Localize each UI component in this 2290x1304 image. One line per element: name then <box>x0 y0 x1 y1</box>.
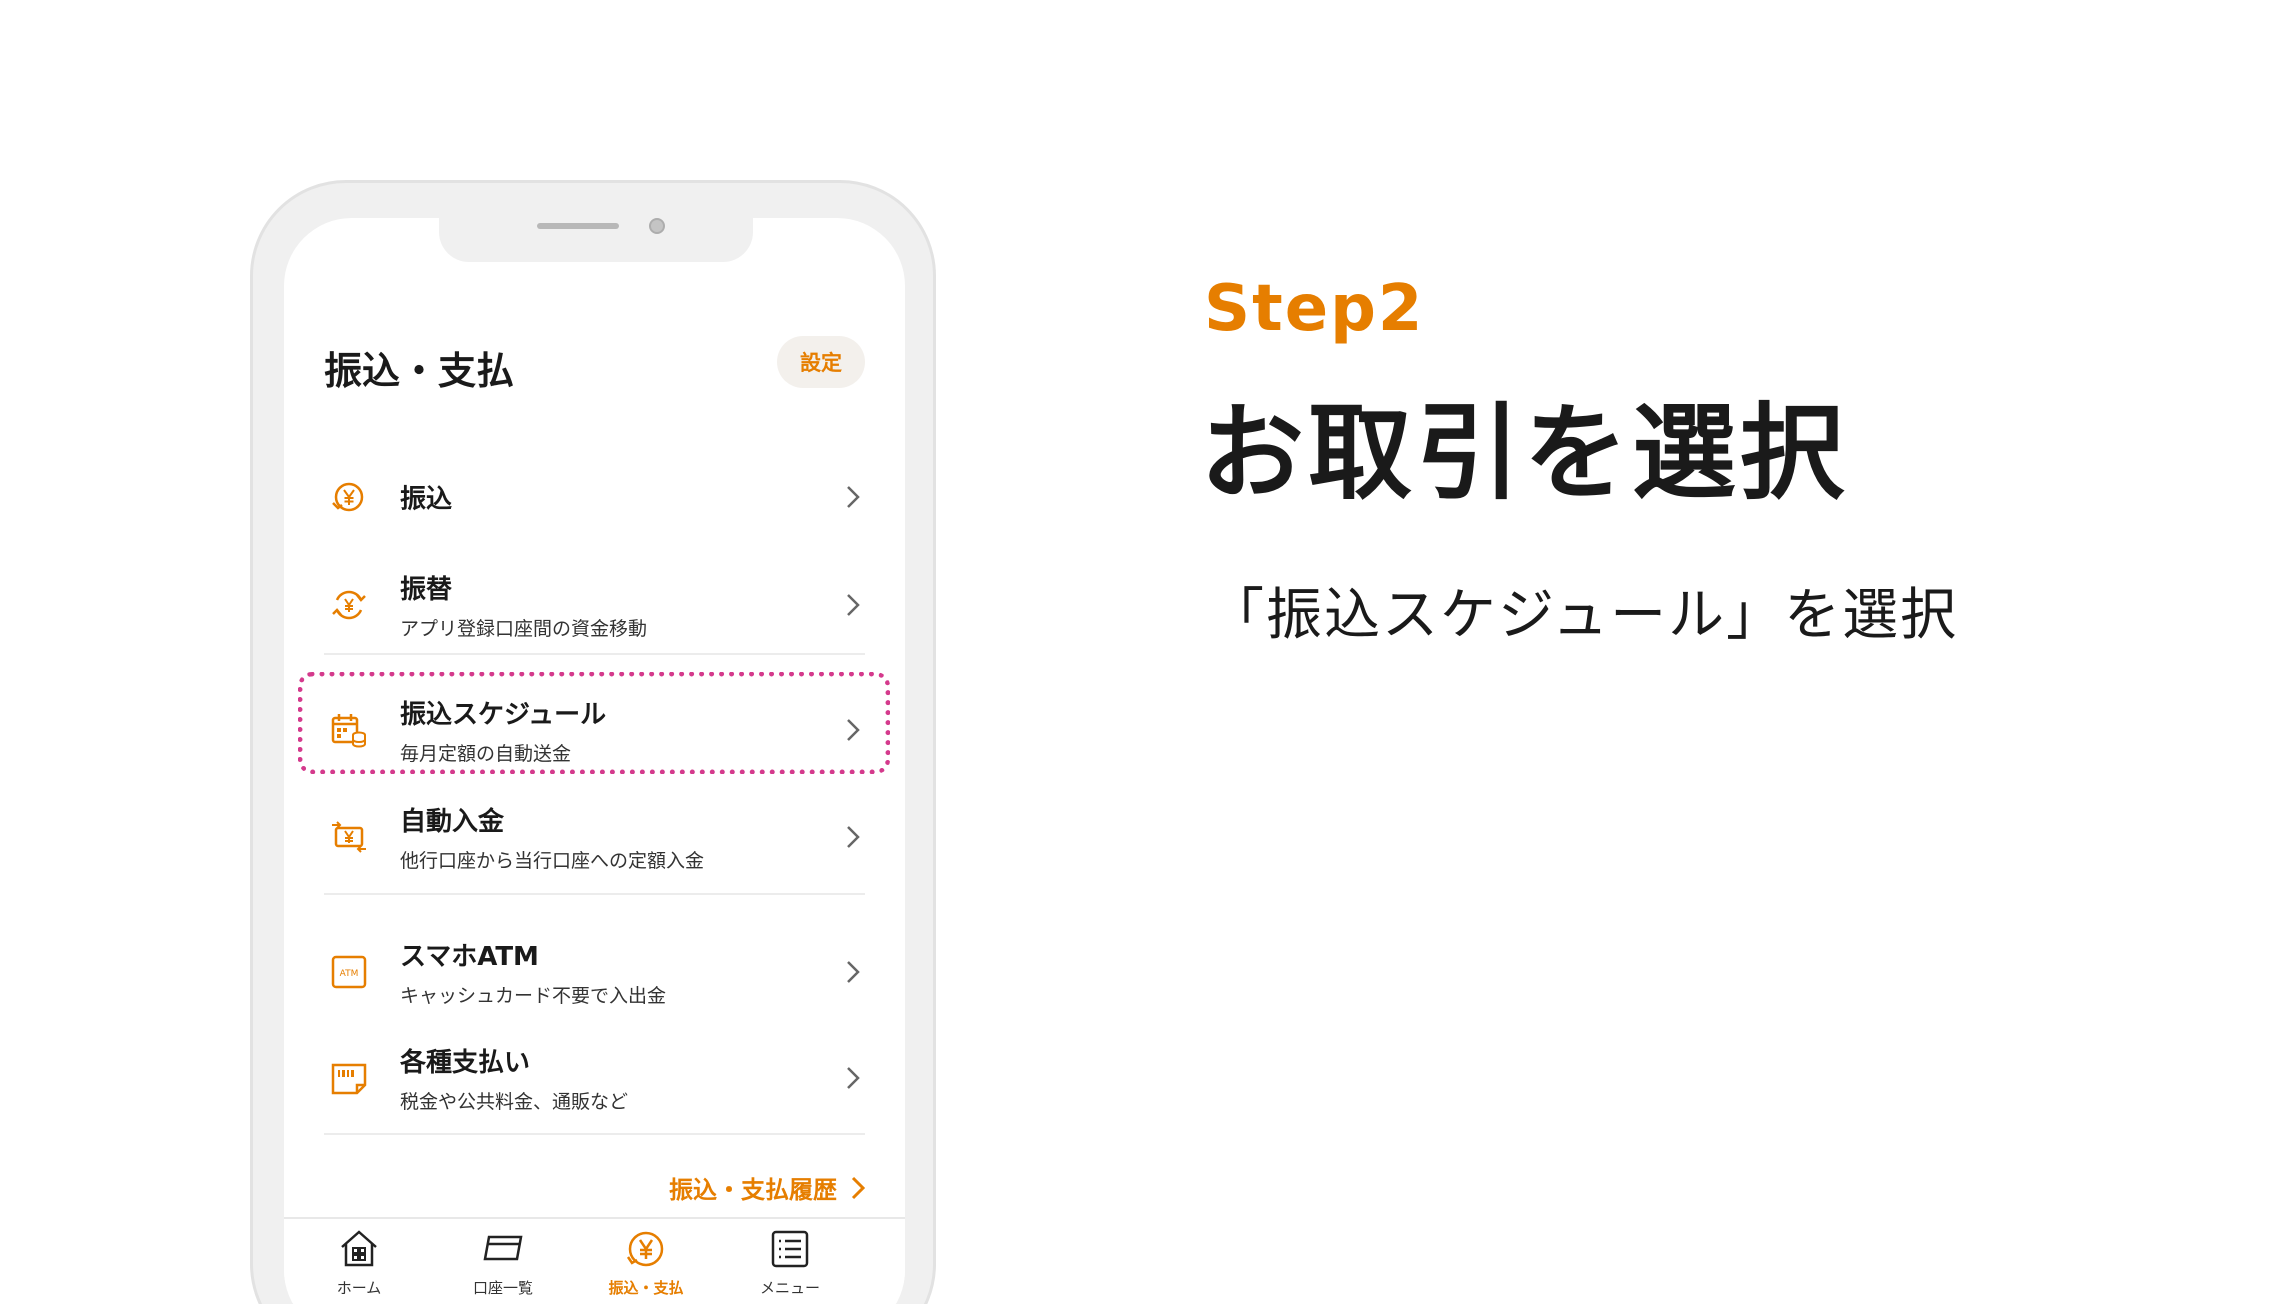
instruction-heading: お取引を選択 <box>1200 392 1849 514</box>
menu-text: 自動入金 他行口座から当行口座への定額入金 <box>400 801 704 873</box>
menu-text: スマホATM キャッシュカード不要で入出金 <box>400 936 666 1008</box>
menu-text: 各種支払い 税金や公共料金、通販など <box>400 1042 628 1114</box>
menu-label: 振替 <box>400 575 453 605</box>
menu-subtitle: アプリ登録口座間の資金移動 <box>400 618 648 640</box>
menu-label: スマホATM <box>400 942 539 972</box>
tab-accounts[interactable]: 口座一覧 <box>448 1227 558 1298</box>
list-icon <box>771 1230 809 1268</box>
yen-circle-icon <box>626 1231 664 1267</box>
chevron-right-icon <box>847 826 860 848</box>
tab-menu[interactable]: メニュー <box>735 1227 845 1298</box>
svg-text:ATM: ATM <box>340 969 359 979</box>
tab-label: ホーム <box>336 1279 382 1297</box>
menu-label: 振込 <box>400 484 453 515</box>
menu-subtitle: 税金や公共料金、通販など <box>400 1091 629 1113</box>
chevron-right-icon <box>847 961 860 983</box>
app-header: 振込・支払 設定 <box>324 336 865 396</box>
page-title: 振込・支払 <box>324 349 515 393</box>
divider <box>324 1133 865 1135</box>
menu-label: 自動入金 <box>400 807 505 837</box>
highlight-frame <box>298 672 890 774</box>
home-icon <box>341 1230 377 1267</box>
camera <box>649 218 665 234</box>
menu-subtitle: 他行口座から当行口座への定額入金 <box>400 850 705 872</box>
menu-subtitle: キャッシュカード不要で入出金 <box>400 985 667 1007</box>
tab-label: メニュー <box>759 1279 820 1297</box>
menu-text: 振替 アプリ登録口座間の資金移動 <box>400 569 647 641</box>
transfer-history-link[interactable]: 振込・支払履歴 <box>669 1170 865 1205</box>
auto-deposit-icon <box>332 821 366 853</box>
payment-slip-icon <box>331 1063 367 1095</box>
chevron-right-icon <box>851 1176 865 1199</box>
history-link-label: 振込・支払履歴 <box>669 1176 837 1204</box>
tab-home[interactable]: ホーム <box>304 1227 414 1298</box>
yen-transfer-icon <box>332 482 364 512</box>
menu-label: 各種支払い <box>400 1048 531 1078</box>
speaker <box>537 223 619 229</box>
settings-button[interactable]: 設定 <box>777 336 865 388</box>
step-label: Step2 <box>1204 272 1425 346</box>
tab-label: 口座一覧 <box>472 1279 533 1297</box>
bottom-tab-bar: ホーム 口座一覧 振込・支払 メニュー <box>284 1217 905 1303</box>
divider <box>324 893 865 895</box>
chevron-right-icon <box>847 1067 860 1089</box>
menu-item-payments[interactable]: 各種支払い 税金や公共料金、通販など <box>324 1033 865 1123</box>
menu-text: 振込 <box>400 479 452 516</box>
phone-notch <box>439 218 753 262</box>
atm-icon: ATM <box>331 955 367 989</box>
divider <box>324 653 865 655</box>
yen-exchange-icon <box>332 590 366 620</box>
menu-item-auto-deposit[interactable]: 自動入金 他行口座から当行口座への定額入金 <box>324 792 865 882</box>
card-icon <box>483 1235 523 1261</box>
tab-transfer-payment[interactable]: 振込・支払 <box>591 1227 701 1298</box>
chevron-right-icon <box>847 486 860 508</box>
instruction-description: 「振込スケジュール」を選択 <box>1208 583 1959 648</box>
menu-item-transfer[interactable]: 振込 <box>324 452 865 542</box>
menu-item-smartphone-atm[interactable]: ATM スマホATM キャッシュカード不要で入出金 <box>324 927 865 1017</box>
chevron-right-icon <box>847 594 860 616</box>
menu-item-account-transfer[interactable]: 振替 アプリ登録口座間の資金移動 <box>324 560 865 650</box>
tab-label: 振込・支払 <box>608 1279 684 1297</box>
